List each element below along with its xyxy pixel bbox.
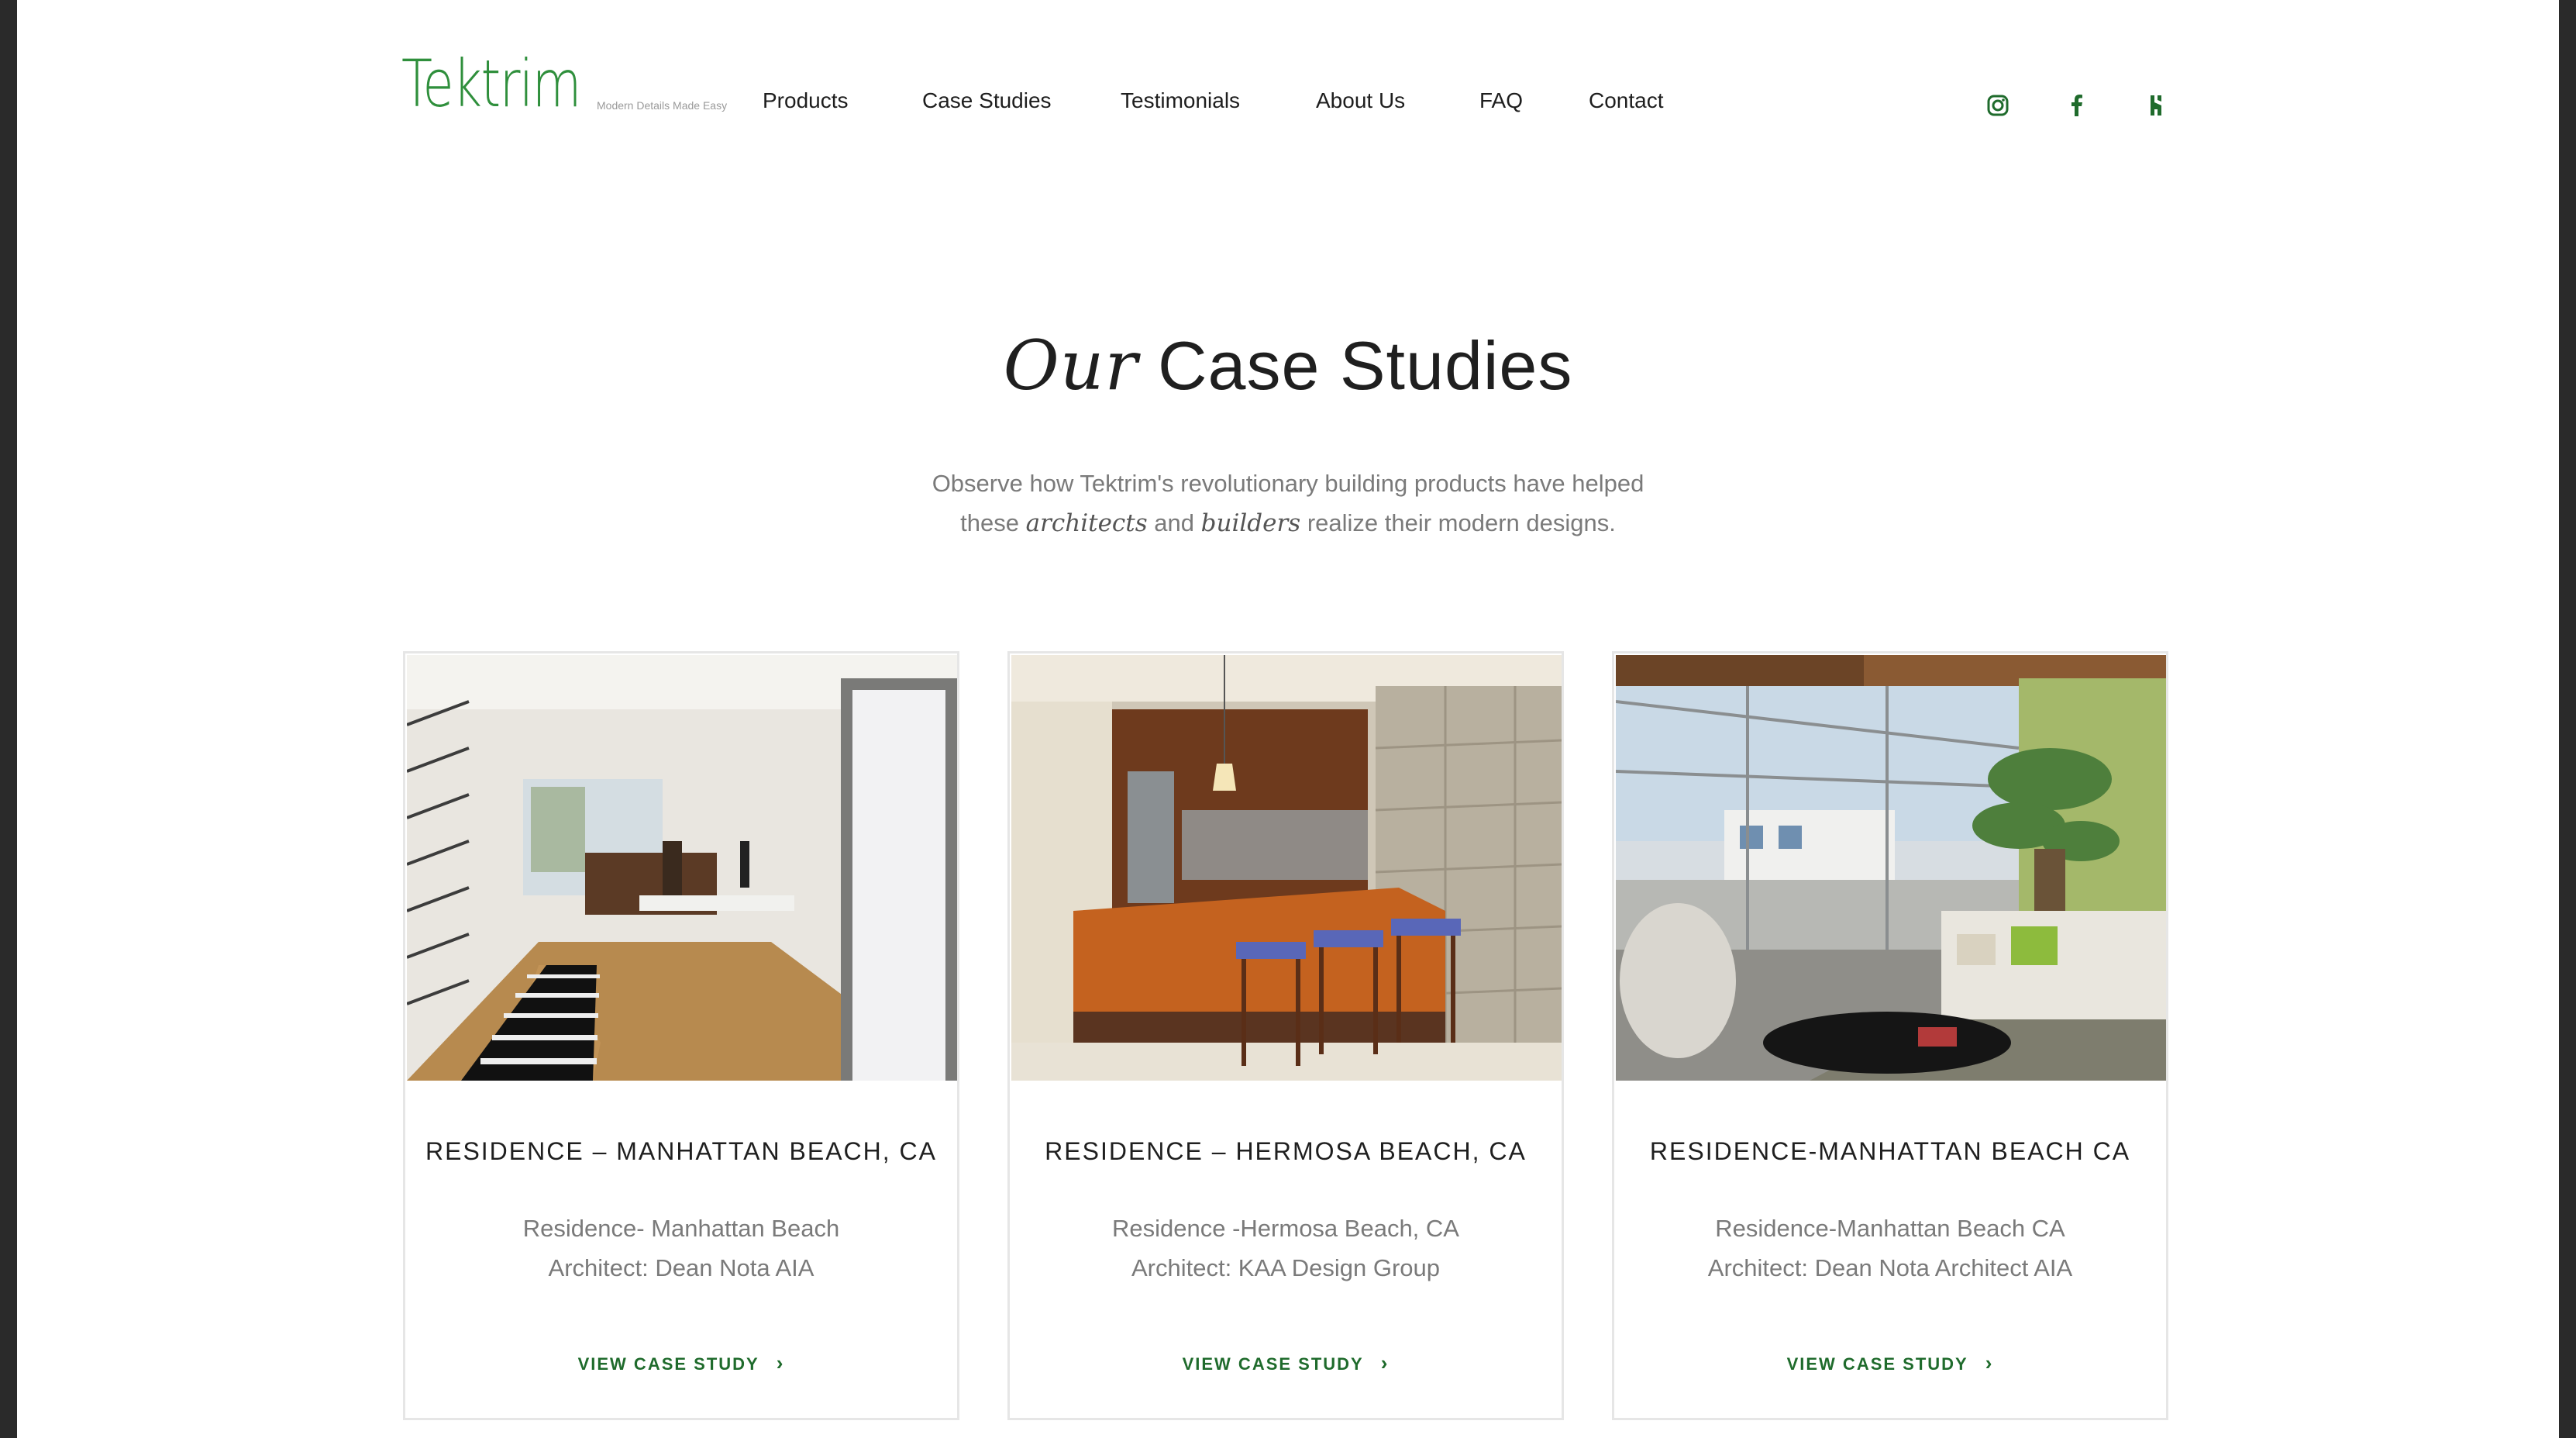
view-case-study-label[interactable]: VIEW CASE STUDY xyxy=(1183,1354,1364,1374)
subtitle-post: realize their modern designs. xyxy=(1307,509,1616,536)
subtitle-builders: builders xyxy=(1200,509,1301,537)
case-study-card[interactable]: RESIDENCE – MANHATTAN BEACH, CA Residenc… xyxy=(403,651,959,1420)
chevron-right-icon: › xyxy=(1985,1351,1994,1374)
view-case-study-label[interactable]: VIEW CASE STUDY xyxy=(578,1354,759,1374)
case-study-architect: Architect: Dean Nota Architect AIA xyxy=(1707,1254,2073,1281)
houzz-glyph xyxy=(2151,95,2161,116)
case-study-architect: Architect: KAA Design Group xyxy=(1131,1254,1441,1281)
view-case-study-label[interactable]: VIEW CASE STUDY xyxy=(1787,1354,1968,1374)
facebook-icon[interactable] xyxy=(2060,88,2094,122)
case-study-description: Residence- Manhattan Beach Architect: De… xyxy=(405,1209,957,1288)
logo-tagline: Modern Details Made Easy xyxy=(597,99,728,112)
window-frame-right xyxy=(2559,0,2576,1438)
case-study-location: Residence -Hermosa Beach, CA xyxy=(1112,1215,1459,1242)
site-logo[interactable]: Tektrim Modern Details Made Easy xyxy=(401,51,727,116)
chevron-right-icon: › xyxy=(1380,1351,1390,1374)
case-study-location: Residence- Manhattan Beach xyxy=(522,1215,840,1242)
view-case-study-link[interactable]: VIEW CASE STUDY › xyxy=(1010,1351,1562,1375)
subtitle-line-1: Observe how Tektrim's revolutionary buil… xyxy=(932,470,1644,497)
case-study-description: Residence-Manhattan Beach CA Architect: … xyxy=(1614,1209,2166,1288)
nav-item-about-us[interactable]: About Us xyxy=(1316,88,1405,113)
view-case-study-link[interactable]: VIEW CASE STUDY › xyxy=(405,1351,957,1375)
case-study-image[interactable] xyxy=(1011,655,1562,1081)
case-study-architect: Architect: Dean Nota AIA xyxy=(548,1254,814,1281)
page: Tektrim Modern Details Made Easy Product… xyxy=(17,0,2559,1438)
subtitle-pre: these xyxy=(960,509,1019,536)
instagram-glyph xyxy=(1987,95,2009,116)
page-title: Our Case Studies xyxy=(17,326,2559,405)
nav-item-testimonials[interactable]: Testimonials xyxy=(1121,88,1240,113)
houzz-icon[interactable] xyxy=(2139,88,2173,122)
case-study-card[interactable]: RESIDENCE-MANHATTAN BEACH CA Residence-M… xyxy=(1612,651,2168,1420)
page-subtitle: Observe how Tektrim's revolutionary buil… xyxy=(17,464,2559,543)
subtitle-architects: architects xyxy=(1025,509,1148,537)
window-frame-left xyxy=(0,0,17,1438)
interior-hallway-dining-photo xyxy=(407,655,957,1081)
instagram-icon[interactable] xyxy=(1981,88,2015,122)
case-study-title: RESIDENCE – HERMOSA BEACH, CA xyxy=(1045,1137,1527,1165)
nav-item-contact[interactable]: Contact xyxy=(1589,88,1664,113)
case-study-title: RESIDENCE-MANHATTAN BEACH CA xyxy=(1649,1137,2131,1165)
case-study-description: Residence -Hermosa Beach, CA Architect: … xyxy=(1010,1209,1562,1288)
logo-wordmark[interactable]: Tektrim xyxy=(401,51,581,116)
nav-item-faq[interactable]: FAQ xyxy=(1479,88,1523,113)
subtitle-mid: and xyxy=(1154,509,1195,536)
case-study-card[interactable]: RESIDENCE – HERMOSA BEACH, CA Residence … xyxy=(1007,651,1564,1420)
nav-item-products[interactable]: Products xyxy=(763,88,849,113)
kitchen-bar-photo xyxy=(1011,655,1562,1081)
page-title-emphasis: Our xyxy=(1003,326,1138,405)
page-title-main: Case Studies xyxy=(1157,327,1573,404)
facebook-glyph xyxy=(2071,95,2082,116)
nav-item-case-studies[interactable]: Case Studies xyxy=(922,88,1052,113)
case-study-image[interactable] xyxy=(1616,655,2166,1081)
case-study-title: RESIDENCE – MANHATTAN BEACH, CA xyxy=(425,1137,937,1165)
view-case-study-link[interactable]: VIEW CASE STUDY › xyxy=(1614,1351,2166,1375)
case-study-image[interactable] xyxy=(407,655,957,1081)
living-room-balcony-photo xyxy=(1616,655,2166,1081)
chevron-right-icon: › xyxy=(776,1351,785,1374)
case-study-location: Residence-Manhattan Beach CA xyxy=(1715,1215,2065,1242)
subtitle-line-2: these architects and builders realize th… xyxy=(17,503,2559,543)
